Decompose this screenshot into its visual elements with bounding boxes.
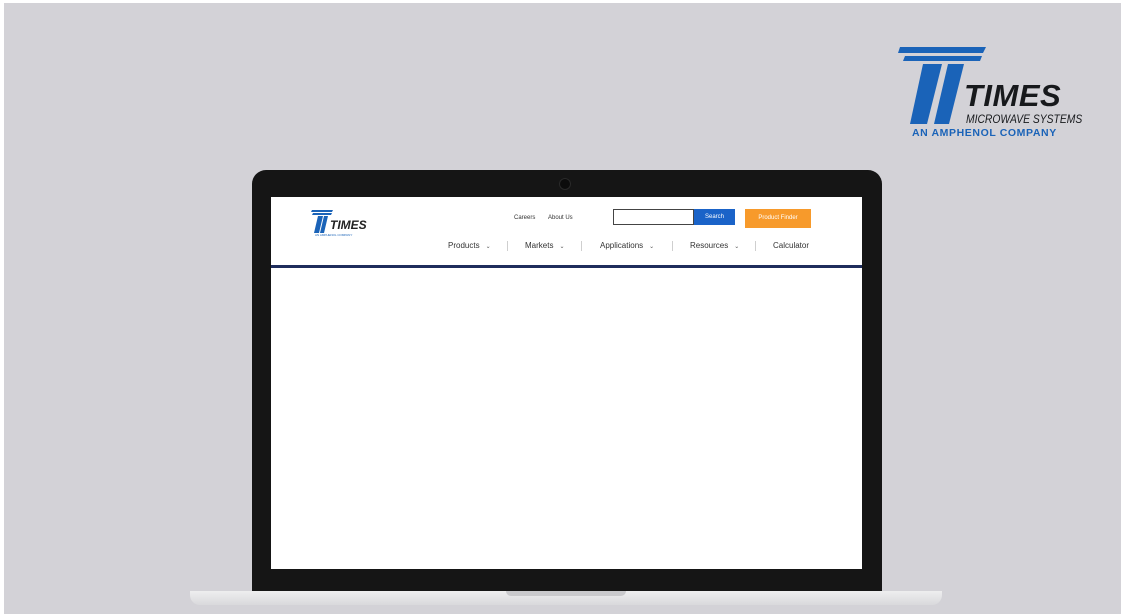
site-logo-name: TIMES — [330, 218, 367, 232]
webcam-icon — [559, 178, 571, 190]
chevron-down-icon: ⌄ — [485, 244, 491, 250]
product-finder-button[interactable]: Product Finder — [745, 209, 811, 228]
about-us-link[interactable]: About Us — [548, 215, 573, 221]
laptop-base-notch — [506, 591, 626, 596]
search-input[interactable] — [613, 209, 694, 225]
nav-calculator[interactable]: Calculator — [773, 242, 809, 250]
nav-applications-label: Applications — [600, 241, 644, 250]
page-content-area — [271, 268, 862, 569]
site-header: TIMES AN AMPHENOL COMPANY Careers About … — [271, 197, 862, 268]
site-logo-subtitle: AN AMPHENOL COMPANY — [315, 233, 353, 237]
nav-resources[interactable]: Resources ⌄ — [690, 241, 740, 251]
nav-markets[interactable]: Markets ⌄ — [525, 241, 565, 251]
brand-subtitle: MICROWAVE SYSTEMS — [966, 112, 1083, 126]
nav-applications[interactable]: Applications ⌄ — [600, 241, 655, 251]
laptop-base — [190, 591, 942, 605]
search-button[interactable]: Search — [694, 209, 735, 225]
nav-resources-label: Resources — [690, 241, 729, 250]
nav-divider — [755, 241, 756, 251]
chevron-down-icon: ⌄ — [559, 244, 565, 250]
careers-link[interactable]: Careers — [514, 215, 535, 221]
chevron-down-icon: ⌄ — [649, 244, 655, 250]
chevron-down-icon: ⌄ — [734, 244, 740, 250]
brand-name: TIMES — [964, 78, 1062, 113]
brand-logo: TIMES MICROWAVE SYSTEMS AN AMPHENOL COMP… — [898, 44, 1088, 144]
nav-products[interactable]: Products ⌄ — [448, 241, 491, 251]
nav-divider — [507, 241, 508, 251]
laptop-screen: TIMES AN AMPHENOL COMPANY Careers About … — [271, 197, 862, 569]
nav-divider — [672, 241, 673, 251]
laptop-bezel: TIMES AN AMPHENOL COMPANY Careers About … — [252, 170, 882, 592]
site-logo[interactable]: TIMES AN AMPHENOL COMPANY — [311, 209, 381, 245]
nav-products-label: Products — [448, 241, 480, 250]
nav-markets-label: Markets — [525, 241, 554, 250]
nav-divider — [581, 241, 582, 251]
brand-tagline: AN AMPHENOL COMPANY — [912, 127, 1057, 139]
